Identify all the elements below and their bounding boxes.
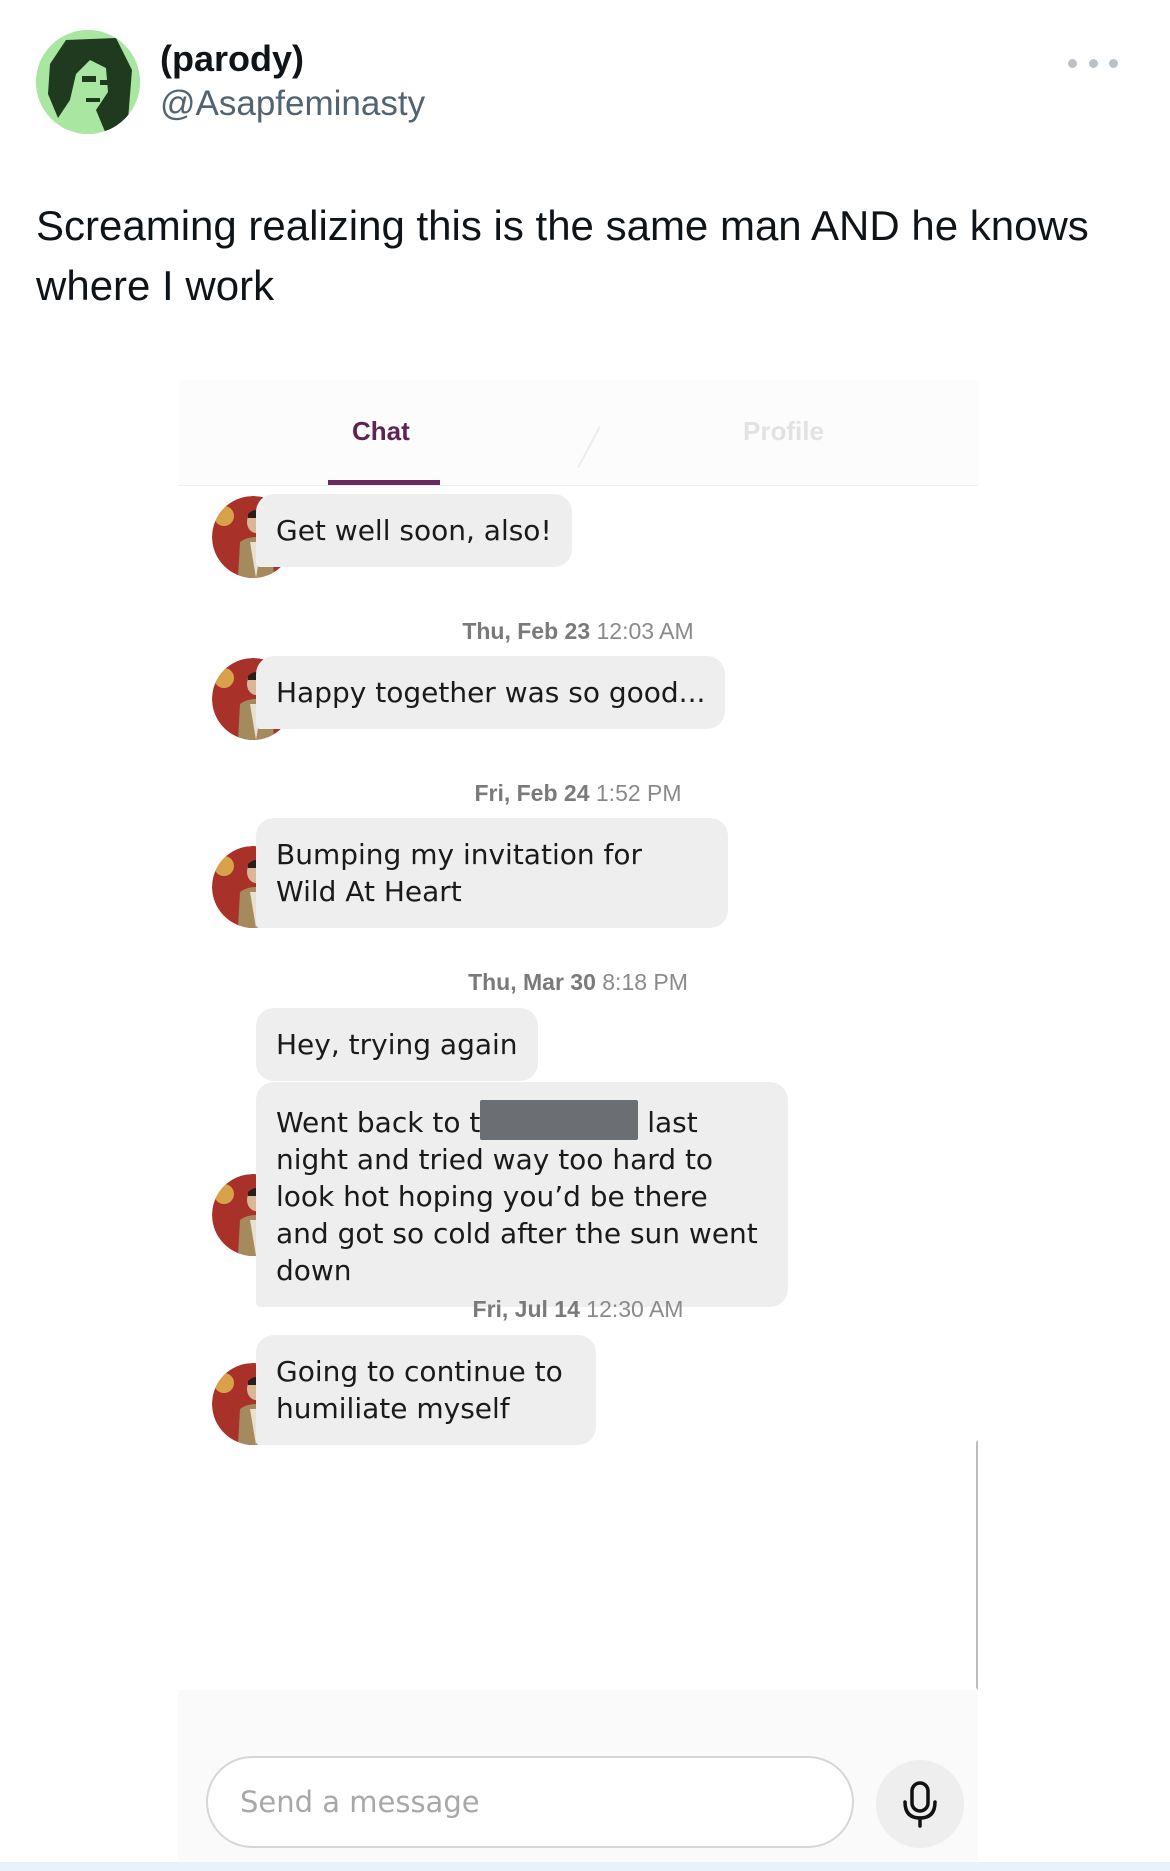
user-handle[interactable]: @Asapfeminasty [160,84,425,124]
message-text: Get well soon, also! [276,514,552,547]
chat-tab-bar: Chat Profile [178,380,978,486]
chat-scrollbar[interactable] [976,1440,978,1690]
microphone-icon [903,1781,937,1828]
message-timestamp: Fri, Jul 14 12:30 AM [472,1296,684,1322]
message-bubble: Bumping my invitation for Wild At Heart [256,818,728,928]
message-bubble: Went back to t last night and tried way … [256,1082,788,1307]
attached-chat-screenshot[interactable]: Chat Profile into Get well soon, also! T… [178,380,978,1871]
tab-divider [577,426,601,468]
display-name[interactable]: (parody) [160,38,304,80]
more-options-button[interactable] [1068,48,1118,78]
message-text: Happy together was so good... [276,676,706,709]
microphone-button[interactable] [876,1760,964,1848]
bottom-edge [0,1862,1170,1871]
active-tab-indicator [328,480,440,485]
message-text: Going to continue to humiliate myself [276,1355,563,1425]
message-input-placeholder: Send a message [240,1785,480,1819]
message-timestamp: Fri, Feb 24 1:52 PM [474,780,682,806]
message-text: Hey, trying again [276,1028,518,1061]
message-timestamp: Thu, Feb 23 12:03 AM [462,618,694,644]
message-bubble: Happy together was so good... [256,656,726,729]
profile-avatar[interactable] [36,30,140,134]
message-timestamp: Thu, Mar 30 8:18 PM [468,969,688,995]
message-bubble: Going to continue to humiliate myself [256,1335,596,1445]
tab-chat[interactable]: Chat [352,416,410,447]
more-horizontal-icon [1068,58,1077,68]
message-text: Bumping my invitation for Wild At Heart [276,838,642,908]
redacted-text-block [480,1100,639,1140]
tab-profile[interactable]: Profile [743,416,824,447]
message-input[interactable]: Send a message [206,1756,854,1848]
message-text: Went back to t [276,1106,481,1139]
message-bubble: Hey, trying again [256,1008,538,1081]
message-bubble: Get well soon, also! [256,494,572,567]
tweet-text: Screaming realizing this is the same man… [36,202,1089,309]
